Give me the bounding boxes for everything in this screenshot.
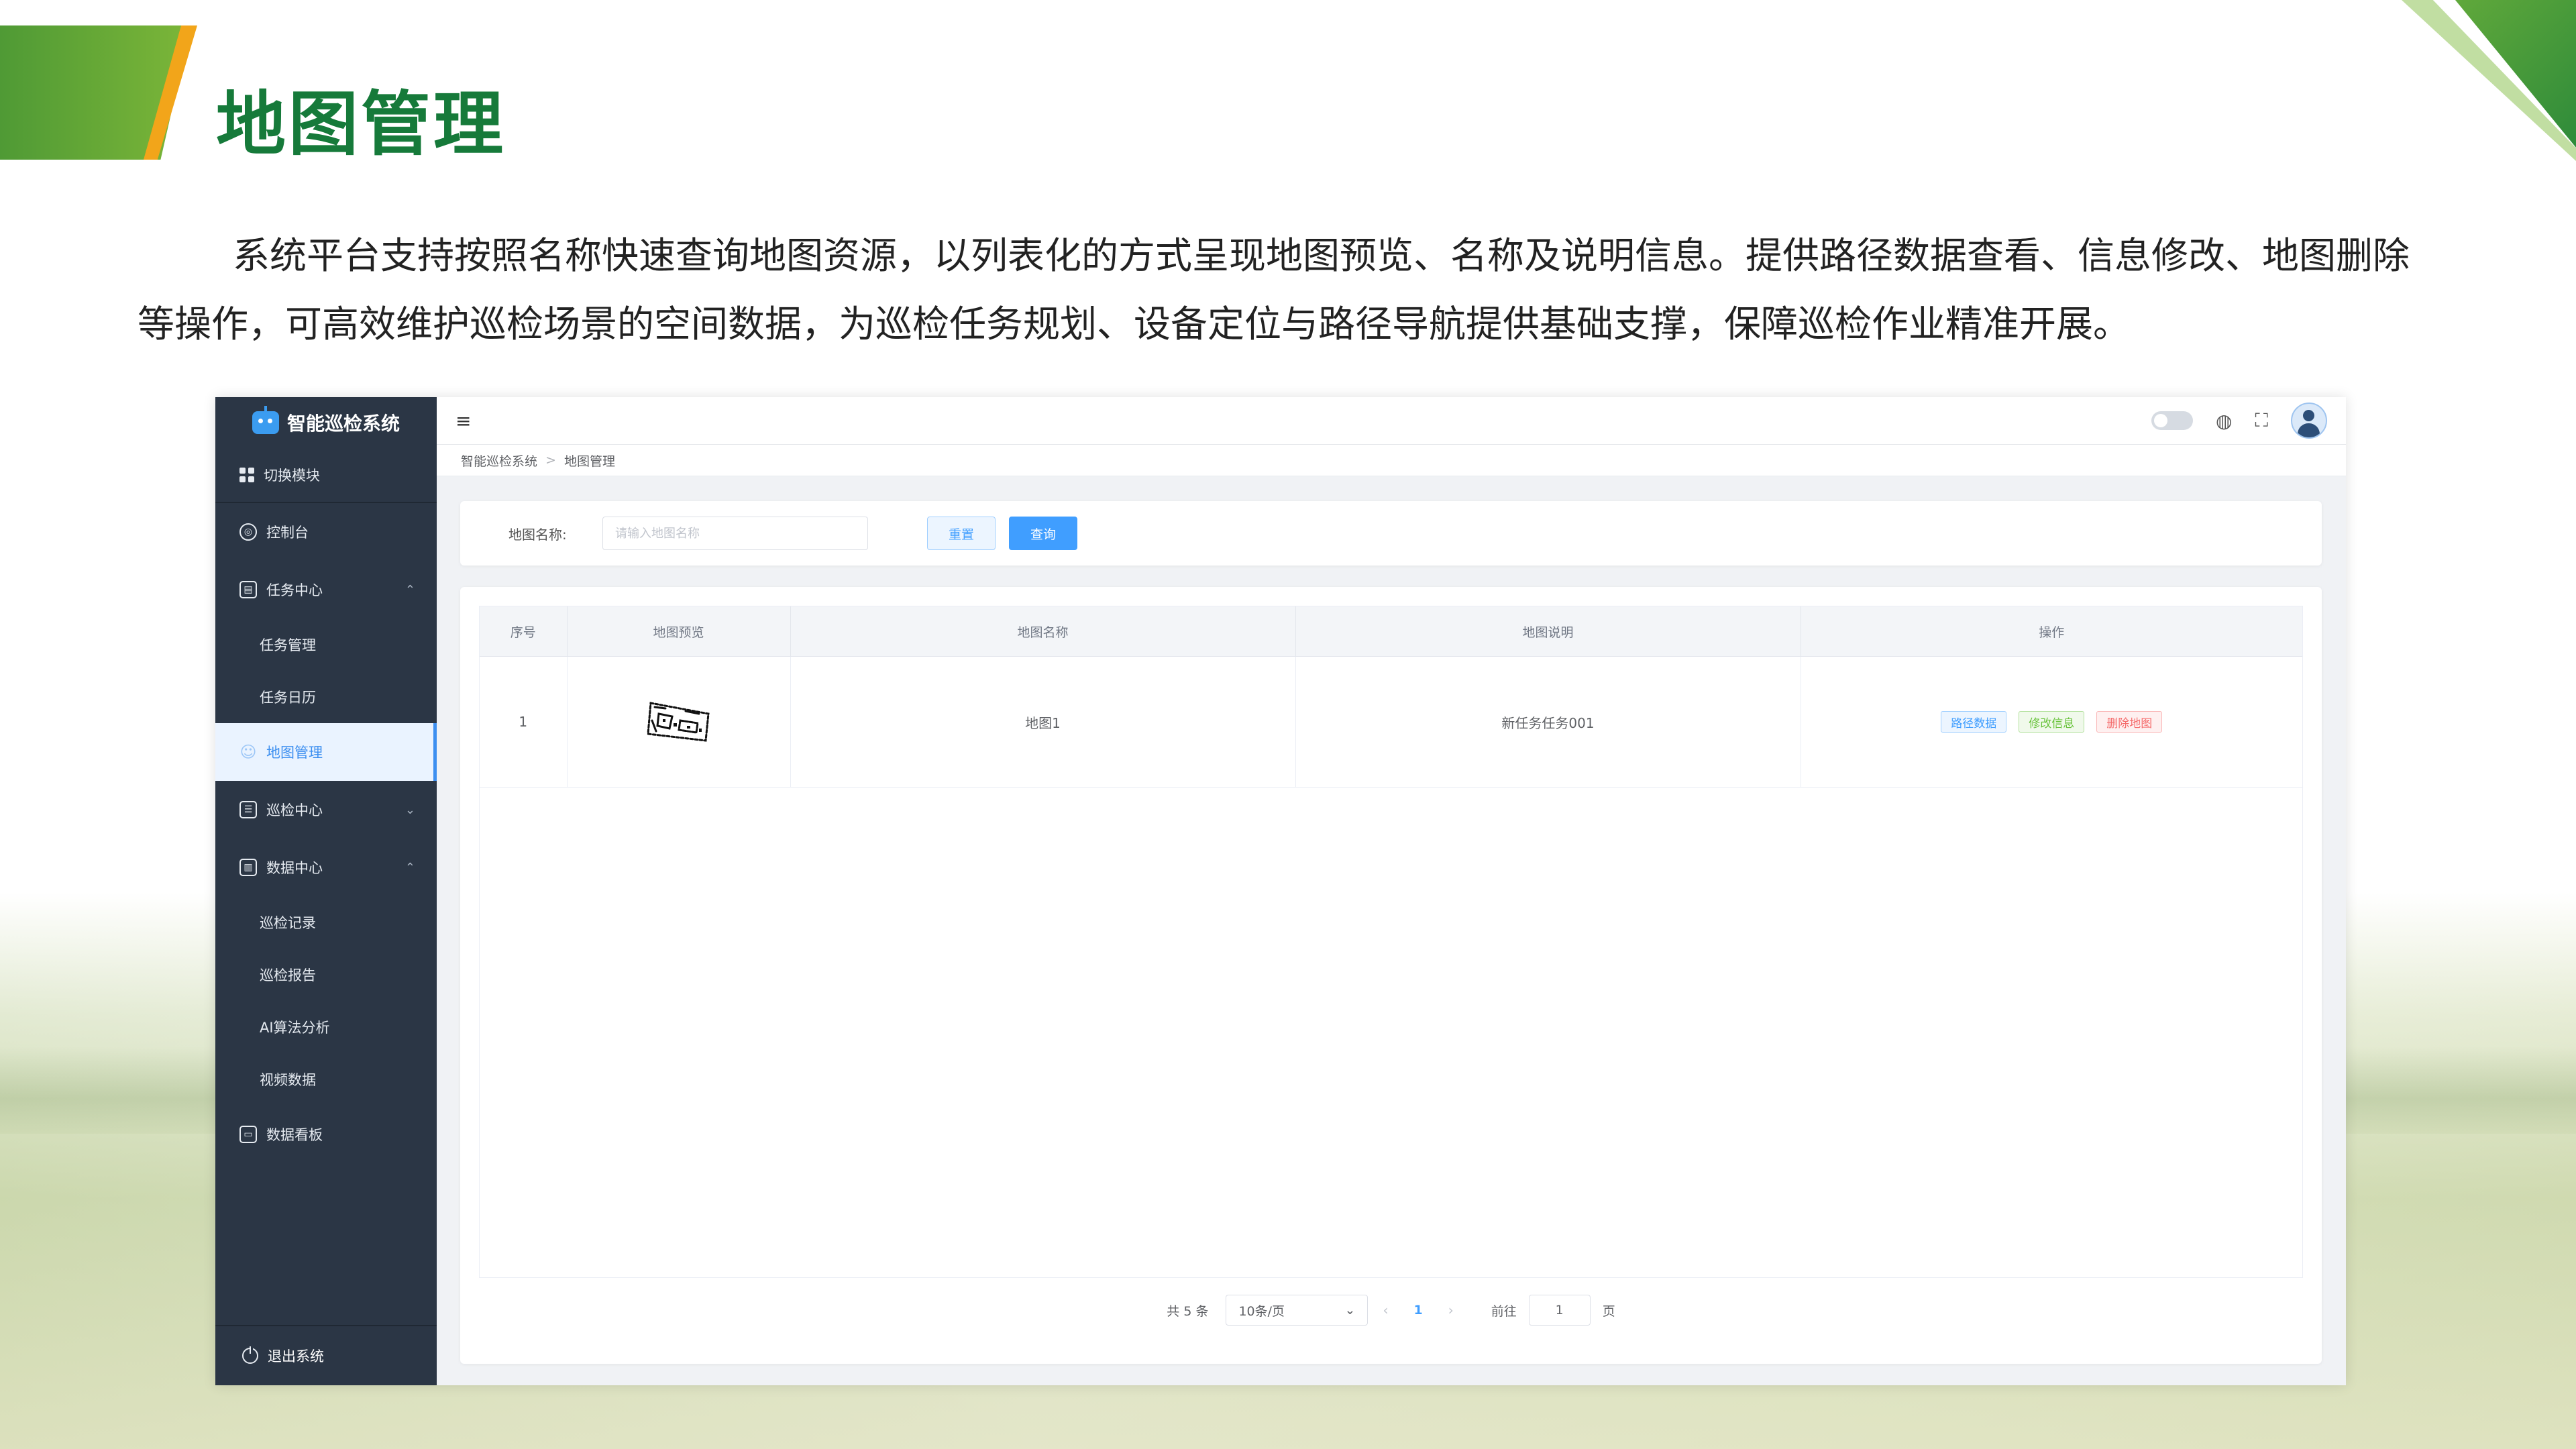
app-window: 智能巡检系统 切换模块 ◎ 控制台 ▤ 任务中心 ⌃ 任务管理 任务日历 ☺ 地… <box>215 397 2346 1385</box>
calendar-icon: ▤ <box>239 581 257 598</box>
map-name-search-input[interactable] <box>602 517 868 550</box>
chevron-down-icon: ⌄ <box>405 802 415 817</box>
chevron-up-icon: ⌃ <box>405 860 415 875</box>
chevron-up-icon: ⌃ <box>405 582 415 597</box>
sidebar-item-ai-analysis[interactable]: AI算法分析 <box>215 1001 437 1053</box>
pagination: 共 5 条 10条/页 ⌄ ‹ 1 › 前往 页 <box>460 1295 2322 1326</box>
dashboard-icon: ◎ <box>239 523 257 541</box>
current-page-number[interactable]: 1 <box>1413 1303 1422 1318</box>
search-panel: 地图名称: 重置 查询 <box>460 501 2322 566</box>
sidebar-item-task-management[interactable]: 任务管理 <box>215 619 437 671</box>
logout-label: 退出系统 <box>268 1348 324 1364</box>
edit-info-button[interactable]: 修改信息 <box>2019 711 2085 733</box>
delete-map-button[interactable]: 删除地图 <box>2096 711 2163 733</box>
sidebar-item-task-calendar[interactable]: 任务日历 <box>215 671 437 723</box>
breadcrumb-item-current: 地图管理 <box>564 453 615 469</box>
cell-index: 1 <box>480 656 568 788</box>
pagination-total: 共 5 条 <box>1167 1303 1209 1319</box>
grid-icon <box>239 468 254 482</box>
sidebar-item-label: 巡检记录 <box>260 915 316 931</box>
map-preview-thumbnail[interactable] <box>639 694 719 747</box>
table-row: 1 地图1 新任务任务001 路径数据 修改信息 删除地图 <box>480 656 2302 788</box>
sidebar: 智能巡检系统 切换模块 ◎ 控制台 ▤ 任务中心 ⌃ 任务管理 任务日历 ☺ 地… <box>215 397 437 1385</box>
sidebar-item-task-center[interactable]: ▤ 任务中心 ⌃ <box>215 561 437 619</box>
menu-toggle-icon[interactable]: ≡ <box>455 410 471 432</box>
sidebar-item-label: 数据看板 <box>266 1127 323 1143</box>
sidebar-item-map-management[interactable]: ☺ 地图管理 <box>215 723 437 781</box>
sidebar-item-label: AI算法分析 <box>260 1020 330 1036</box>
chart-icon: ▥ <box>239 859 257 876</box>
query-button[interactable]: 查询 <box>1009 517 1077 550</box>
cell-preview <box>567 656 791 788</box>
chevron-down-icon: ⌄ <box>1344 1303 1356 1318</box>
sidebar-item-inspection-records[interactable]: 巡检记录 <box>215 896 437 949</box>
list-icon: ☰ <box>239 801 257 818</box>
sidebar-item-label: 数据中心 <box>266 860 323 876</box>
main-content: ≡ ◍ ⛶ 智能巡检系统 > 地图管理 地图名称: 重置 查询 <box>437 397 2346 1385</box>
cell-actions: 路径数据 修改信息 删除地图 <box>1801 656 2302 788</box>
fullscreen-icon[interactable]: ⛶ <box>2255 409 2268 432</box>
page-size-value: 10条/页 <box>1238 1303 1285 1319</box>
page-unit-label: 页 <box>1602 1303 1615 1319</box>
cell-map-description: 新任务任务001 <box>1295 656 1801 788</box>
map-name-label: 地图名称: <box>508 526 567 543</box>
power-icon <box>242 1346 258 1364</box>
goto-label: 前往 <box>1491 1303 1517 1319</box>
sidebar-item-label: 巡检中心 <box>266 802 323 818</box>
column-header-actions: 操作 <box>1801 606 2302 657</box>
breadcrumb-separator-icon: > <box>545 453 556 468</box>
map-table-panel: 序号 地图预览 地图名称 地图说明 操作 1 地图1 新任务任务001 路径数据… <box>460 587 2322 1364</box>
page-size-select[interactable]: 10条/页 ⌄ <box>1226 1295 1368 1326</box>
breadcrumb-item-home[interactable]: 智能巡检系统 <box>461 451 537 470</box>
breadcrumb: 智能巡检系统 > 地图管理 <box>437 445 2346 476</box>
sidebar-item-label: 视频数据 <box>260 1072 316 1088</box>
globe-icon[interactable]: ◍ <box>2216 410 2232 432</box>
reset-button[interactable]: 重置 <box>927 517 996 550</box>
sidebar-item-video-data[interactable]: 视频数据 <box>215 1053 437 1106</box>
path-data-button[interactable]: 路径数据 <box>1941 711 2007 733</box>
sidebar-item-inspection-center[interactable]: ☰ 巡检中心 ⌄ <box>215 781 437 839</box>
slide-intro-text: 系统平台支持按照名称快速查询地图资源，以列表化的方式呈现地图预览、名称及说明信息… <box>138 234 2410 345</box>
next-page-icon[interactable]: › <box>1448 1302 1454 1318</box>
sidebar-item-label: 任务中心 <box>266 582 323 598</box>
robot-logo-icon <box>252 406 279 434</box>
sidebar-item-inspection-reports[interactable]: 巡检报告 <box>215 949 437 1001</box>
slide-title: 地图管理 <box>216 83 506 165</box>
sidebar-item-switch-module[interactable]: 切换模块 <box>215 448 437 503</box>
sidebar-item-data-center[interactable]: ▥ 数据中心 ⌃ <box>215 839 437 896</box>
top-bar-actions: ◍ ⛶ <box>2151 402 2327 439</box>
sidebar-item-label: 巡检报告 <box>260 967 316 983</box>
prev-page-icon[interactable]: ‹ <box>1383 1302 1388 1318</box>
sidebar-item-label: 切换模块 <box>264 468 320 484</box>
goto-page-input[interactable] <box>1528 1295 1591 1326</box>
column-header-index: 序号 <box>480 606 568 657</box>
map-table: 序号 地图预览 地图名称 地图说明 操作 1 地图1 新任务任务001 路径数据… <box>479 606 2303 1278</box>
table-header-row: 序号 地图预览 地图名称 地图说明 操作 <box>480 606 2302 657</box>
sidebar-item-console[interactable]: ◎ 控制台 <box>215 503 437 561</box>
sidebar-item-label: 任务日历 <box>260 690 316 706</box>
cell-map-name: 地图1 <box>790 656 1296 788</box>
brand: 智能巡检系统 <box>215 397 437 448</box>
sidebar-item-label: 任务管理 <box>260 637 316 653</box>
monitor-icon: ▭ <box>239 1126 257 1143</box>
top-bar: ≡ ◍ ⛶ <box>437 397 2346 445</box>
sidebar-item-label: 地图管理 <box>266 745 323 761</box>
logout-button[interactable]: 退出系统 <box>215 1325 437 1385</box>
row-action-group: 路径数据 修改信息 删除地图 <box>1802 711 2302 733</box>
sidebar-item-data-dashboard[interactable]: ▭ 数据看板 <box>215 1106 437 1163</box>
sidebar-item-label: 控制台 <box>266 525 309 541</box>
avatar[interactable] <box>2291 402 2327 439</box>
theme-toggle-switch[interactable] <box>2151 411 2193 430</box>
column-header-name: 地图名称 <box>790 606 1296 657</box>
column-header-preview: 地图预览 <box>567 606 791 657</box>
brand-name: 智能巡检系统 <box>286 413 400 435</box>
user-icon: ☺ <box>239 743 257 761</box>
column-header-description: 地图说明 <box>1295 606 1801 657</box>
